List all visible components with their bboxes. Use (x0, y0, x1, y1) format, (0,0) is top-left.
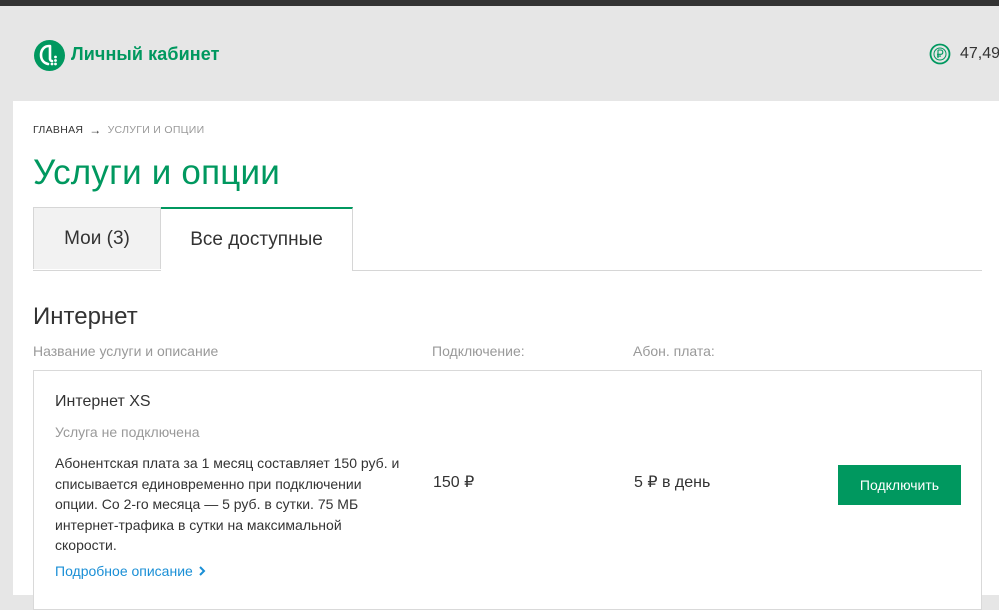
tabs-bar: Мои (3) Все доступные (33, 207, 982, 271)
service-card: Интернет XS Услуга не подключена Абонент… (33, 370, 982, 610)
breadcrumb-arrow-icon: → (89, 123, 102, 137)
balance-widget[interactable]: 47,49 (929, 43, 999, 65)
main-content: ГЛАВНАЯ → УСЛУГИ И ОПЦИИ Услуги и опции … (13, 101, 999, 610)
detailed-description-link[interactable]: Подробное описание (55, 563, 206, 579)
breadcrumb: ГЛАВНАЯ → УСЛУГИ И ОПЦИИ (33, 123, 204, 137)
service-description: Абонентская плата за 1 месяц составляет … (55, 455, 400, 553)
brand-title[interactable]: Личный кабинет (71, 44, 220, 65)
page-title: Услуги и опции (33, 153, 280, 192)
megafon-logo-icon[interactable] (34, 40, 65, 71)
column-header-name: Название услуги и описание (33, 343, 219, 359)
tab-all-available[interactable]: Все доступные (161, 207, 353, 271)
subscription-fee: 5 ₽ в день (634, 474, 711, 491)
connect-button[interactable]: Подключить (838, 465, 961, 505)
balance-value: 47,49 (960, 45, 999, 62)
chevron-right-icon (199, 566, 206, 576)
ruble-coin-icon (929, 43, 951, 65)
column-header-fee: Абон. плата: (633, 343, 715, 359)
detailed-description-label: Подробное описание (55, 563, 193, 579)
service-name: Интернет XS (55, 393, 151, 410)
breadcrumb-current: УСЛУГИ И ОПЦИИ (107, 124, 205, 136)
breadcrumb-home-link[interactable]: ГЛАВНАЯ (33, 124, 83, 136)
header: Личный кабинет 47,49 (0, 6, 999, 101)
column-header-connection: Подключение: (432, 343, 525, 359)
service-status: Услуга не подключена (55, 424, 200, 440)
section-title: Интернет (33, 303, 138, 330)
connection-price: 150 ₽ (433, 474, 475, 491)
tab-my-services[interactable]: Мои (3) (33, 207, 161, 269)
